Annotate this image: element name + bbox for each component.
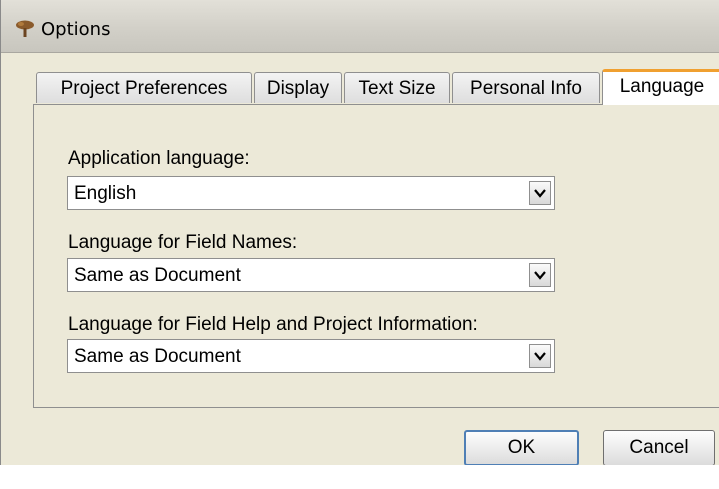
tab-personal-info[interactable]: Personal Info	[452, 72, 600, 103]
field-names-language-label: Language for Field Names:	[68, 232, 298, 253]
window-title: Options	[41, 19, 111, 40]
tab-project-preferences[interactable]: Project Preferences	[36, 72, 252, 103]
ok-button[interactable]: OK	[464, 430, 579, 466]
field-help-language-label: Language for Field Help and Project Info…	[68, 314, 478, 335]
field-names-language-value: Same as Document	[74, 265, 241, 286]
tab-display[interactable]: Display	[254, 72, 342, 103]
chevron-down-icon[interactable]	[529, 181, 551, 205]
tab-language[interactable]: Language	[602, 69, 719, 105]
application-language-select[interactable]: English	[67, 176, 555, 210]
options-dialog: Options Project Preferences Display Text…	[0, 0, 719, 466]
tree-icon	[15, 20, 35, 38]
field-help-language-value: Same as Document	[74, 346, 241, 367]
tab-text-size[interactable]: Text Size	[344, 72, 450, 103]
field-names-language-select[interactable]: Same as Document	[67, 258, 555, 292]
chevron-down-icon[interactable]	[529, 344, 551, 368]
application-language-label: Application language:	[68, 148, 250, 169]
application-language-value: English	[74, 183, 137, 204]
cancel-button[interactable]: Cancel	[603, 430, 715, 466]
background-strip	[0, 465, 719, 489]
chevron-down-icon[interactable]	[529, 263, 551, 287]
field-help-language-select[interactable]: Same as Document	[67, 339, 555, 373]
title-bar[interactable]: Options	[1, 0, 719, 53]
